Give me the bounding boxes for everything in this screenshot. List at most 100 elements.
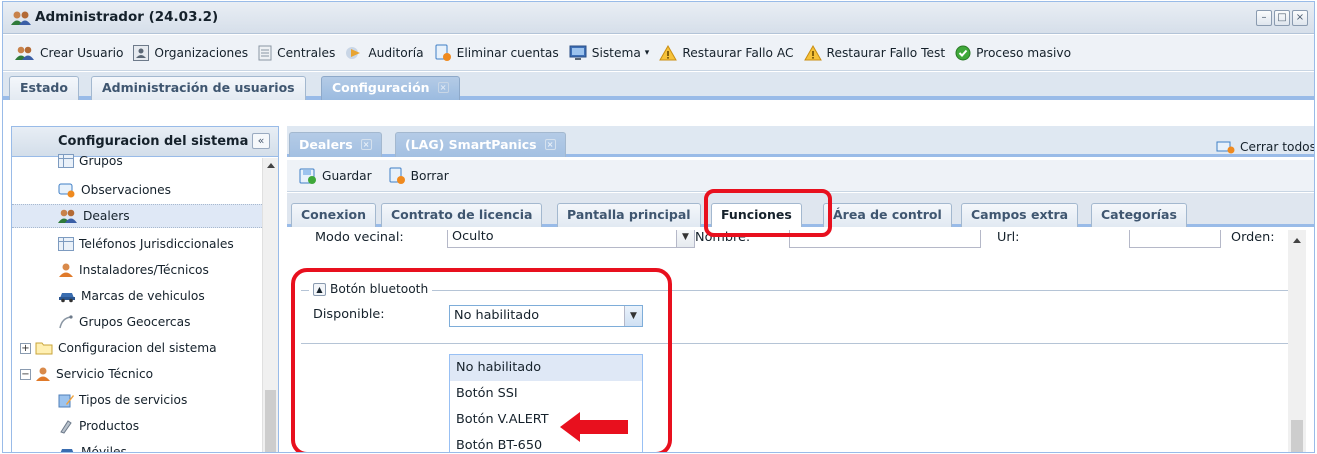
save-icon: [299, 168, 316, 184]
sidebar-item-marcas[interactable]: Marcas de vehiculos: [58, 284, 205, 308]
tab-pantalla-principal[interactable]: Pantalla principal: [557, 203, 701, 227]
sidebar-item-configuracion[interactable]: + Configuracion del sistema: [20, 336, 217, 360]
sidebar-item-dealers[interactable]: Dealers: [12, 204, 262, 228]
tab-administracion-usuarios[interactable]: Administración de usuarios: [91, 76, 306, 100]
scroll-thumb[interactable]: [1291, 420, 1303, 452]
auditoria-button[interactable]: Auditoría: [341, 41, 429, 65]
minimize-button[interactable]: –: [1256, 10, 1272, 26]
cerrar-todos-label: Cerrar todos: [1240, 140, 1315, 154]
observations-icon: [58, 183, 75, 198]
sidebar-item-label: Configuracion del sistema: [58, 341, 217, 355]
sidebar-item-label: Tipos de servicios: [79, 393, 188, 407]
main-tab-strip: Estado Administración de usuarios Config…: [3, 72, 1314, 100]
tab-dealers[interactable]: Dealers ×: [289, 132, 382, 157]
window-controls: – □ ×: [1256, 10, 1308, 26]
users-icon: [58, 209, 77, 223]
cerrar-todos-button[interactable]: Cerrar todos: [1216, 140, 1315, 154]
sidebar-item-productos[interactable]: Productos: [58, 414, 139, 438]
eliminar-cuentas-button[interactable]: Eliminar cuentas: [430, 41, 565, 65]
warning-icon: [803, 44, 822, 60]
sidebar-item-servicio-tecnico[interactable]: − Servicio Técnico: [20, 362, 153, 386]
app-window: Administrador (24.03.2) – □ × Crear Usua…: [2, 1, 1315, 453]
url-field[interactable]: [1129, 230, 1221, 248]
borrar-label: Borrar: [410, 168, 449, 183]
tab-campos-extra[interactable]: Campos extra: [961, 203, 1079, 227]
chevron-down-icon[interactable]: ▼: [676, 230, 694, 247]
sidebar-tree: Grupos Observaciones Dealers Teléfonos J…: [12, 154, 262, 453]
tab-area-control[interactable]: Área de control: [823, 203, 952, 227]
sidebar-title: Configuracion del sistema: [58, 134, 249, 149]
tab-configuracion-label: Configuración: [332, 80, 430, 95]
close-all-icon: [1216, 141, 1235, 154]
red-arrow-icon: [560, 412, 628, 442]
close-icon[interactable]: ×: [360, 139, 372, 150]
organizaciones-label: Organizaciones: [154, 45, 249, 60]
guardar-label: Guardar: [322, 168, 372, 183]
collapse-node-icon[interactable]: −: [20, 368, 31, 380]
sidebar-header: Configuracion del sistema «: [12, 127, 278, 157]
scroll-up-icon[interactable]: [267, 163, 275, 168]
sidebar-item-grupos[interactable]: Grupos: [58, 149, 123, 173]
proceso-masivo-button[interactable]: Proceso masivo: [951, 41, 1077, 65]
borrar-button[interactable]: Borrar: [384, 164, 461, 188]
check-circle-icon: [955, 45, 971, 60]
sidebar-item-moviles[interactable]: Móviles: [58, 440, 127, 453]
close-icon[interactable]: ×: [437, 82, 449, 93]
sidebar-item-label: Móviles: [81, 445, 127, 453]
collapse-icon[interactable]: «: [252, 133, 270, 149]
title-bar: Administrador (24.03.2) – □ ×: [3, 2, 1314, 34]
maximize-button[interactable]: □: [1274, 10, 1290, 26]
sidebar-item-label: Grupos: [79, 154, 123, 168]
sidebar-item-label: Teléfonos Jurisdiccionales: [79, 237, 234, 251]
tab-label: Categorías: [1101, 207, 1177, 222]
expand-icon[interactable]: +: [20, 342, 31, 354]
sistema-label: Sistema: [591, 45, 641, 60]
crear-usuario-button[interactable]: Crear Usuario: [11, 41, 129, 65]
sidebar-item-instaladores[interactable]: Instaladores/Técnicos: [58, 258, 209, 282]
sidebar-scrollbar[interactable]: [262, 158, 278, 452]
auditoria-label: Auditoría: [368, 45, 424, 60]
sidebar-item-telefonos[interactable]: Teléfonos Jurisdiccionales: [58, 232, 234, 256]
sidebar-item-observaciones[interactable]: Observaciones: [58, 178, 171, 202]
folder-icon: [35, 342, 53, 355]
organizaciones-button[interactable]: Organizaciones: [129, 41, 254, 65]
document-delete-icon: [435, 44, 451, 61]
close-button[interactable]: ×: [1292, 10, 1308, 26]
audit-icon: [346, 46, 361, 59]
user-icon: [36, 367, 50, 381]
sidebar-item-tipos-servicios[interactable]: Tipos de servicios: [58, 388, 187, 412]
form-scrollbar[interactable]: [1288, 230, 1306, 452]
product-icon: [60, 420, 72, 434]
sidebar-item-geocercas[interactable]: Grupos Geocercas: [58, 310, 190, 334]
tab-lag-smartpanics[interactable]: (LAG) SmartPanics ×: [395, 132, 566, 157]
tab-estado[interactable]: Estado: [9, 76, 79, 100]
scroll-up-icon[interactable]: [1293, 238, 1301, 243]
sidebar-item-label: Grupos Geocercas: [79, 315, 191, 329]
crear-usuario-label: Crear Usuario: [40, 45, 124, 60]
tab-label: Pantalla principal: [567, 207, 691, 222]
close-icon[interactable]: ×: [544, 139, 556, 150]
tab-configuracion[interactable]: Configuración ×: [321, 76, 460, 100]
url-label: Url:: [997, 230, 1020, 245]
tab-contrato-licencia[interactable]: Contrato de licencia: [381, 203, 543, 227]
centrales-button[interactable]: Centrales: [254, 41, 341, 65]
users-icon: [15, 46, 34, 60]
modo-vecinal-select[interactable]: Oculto ▼: [447, 230, 695, 248]
tab-conexion[interactable]: Conexion: [291, 203, 376, 227]
sistema-menu-button[interactable]: Sistema ▾: [565, 41, 656, 65]
sidebar-item-label: Instaladores/Técnicos: [79, 263, 209, 277]
guardar-button[interactable]: Guardar: [295, 164, 384, 188]
tab-administracion-label: Administración de usuarios: [102, 80, 295, 95]
warning-icon: [659, 44, 678, 60]
modo-vecinal-label: Modo vecinal:: [315, 230, 404, 245]
sidebar-item-label: Marcas de vehiculos: [81, 289, 205, 303]
scroll-thumb[interactable]: [265, 390, 276, 452]
organization-icon: [133, 44, 150, 61]
centrales-label: Centrales: [277, 45, 336, 60]
table-icon: [58, 237, 74, 251]
restaurar-fallo-ac-button[interactable]: Restaurar Fallo AC: [655, 41, 799, 65]
restaurar-fallo-test-button[interactable]: Restaurar Fallo Test: [800, 41, 952, 65]
tab-label: Conexion: [301, 207, 366, 222]
document-delete-icon: [389, 167, 405, 184]
tab-categorias[interactable]: Categorías: [1091, 203, 1187, 227]
